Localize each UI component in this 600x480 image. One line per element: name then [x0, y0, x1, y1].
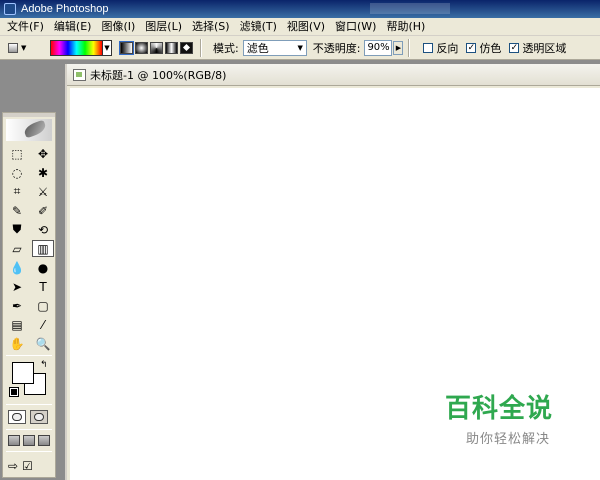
- history-brush-tool-icon[interactable]: ⟲: [32, 221, 54, 238]
- notes-tool-icon[interactable]: ▤: [6, 316, 28, 333]
- mode-label: 模式:: [213, 41, 239, 55]
- quick-mask-icon: [34, 413, 44, 421]
- standard-screen-mode-button[interactable]: [8, 435, 20, 446]
- reverse-checkbox[interactable]: 反向: [423, 40, 458, 56]
- lasso-tool-icon[interactable]: ◌: [6, 164, 28, 181]
- transparency-checkbox-box[interactable]: ✓: [509, 42, 520, 53]
- edit-checkmark-icon[interactable]: ☑: [22, 459, 33, 473]
- full-screen-mode-button[interactable]: [38, 435, 50, 446]
- titlebar-blurred-area: [370, 3, 450, 14]
- menu-help[interactable]: 帮助(H): [381, 19, 430, 35]
- zoom-tool-icon[interactable]: 🔍: [32, 335, 54, 352]
- angle-gradient-button[interactable]: [150, 41, 163, 54]
- opacity-label: 不透明度:: [312, 41, 361, 55]
- reverse-checkbox-box[interactable]: [423, 42, 434, 53]
- dither-label: 仿色: [479, 41, 502, 55]
- edit-mode-row: [3, 408, 55, 426]
- divider: [408, 38, 411, 57]
- tool-preset-icon: [8, 42, 18, 53]
- tool-grid: ⬚ ✥ ◌ ✱ ⌗ ⚔ ✎ ✐ ⛊ ⟲ ▱ ▥ 💧 ● ➤ T ✒ ▢ ▤ ⁄ ✋ 🔍: [3, 145, 55, 352]
- document-icon: [73, 68, 86, 81]
- options-bar: ▼ ▼ 模式: 滤色 ▼ 不透明度: 90% ▶ 反向 ✓ 仿色 ✓ 透明区域: [0, 36, 600, 60]
- swap-colors-icon[interactable]: ↰: [40, 360, 48, 370]
- jump-to-imageready-icon[interactable]: ⇨: [8, 459, 18, 473]
- dodge-tool-icon[interactable]: ●: [32, 259, 54, 276]
- reverse-label: 反向: [436, 41, 459, 55]
- divider: [6, 355, 52, 356]
- default-colors-icon[interactable]: [9, 387, 19, 397]
- divider: [200, 38, 202, 57]
- menu-edit[interactable]: 编辑(E): [49, 19, 97, 35]
- window-title: Adobe Photoshop: [21, 3, 109, 15]
- menu-window[interactable]: 窗口(W): [330, 19, 381, 35]
- chevron-down-icon: ▼: [297, 43, 303, 52]
- crop-tool-icon[interactable]: ⌗: [6, 183, 28, 200]
- canvas[interactable]: 百科全说 助你轻松解决: [70, 88, 600, 480]
- slice-tool-icon[interactable]: ⚔: [32, 183, 54, 200]
- menu-file[interactable]: 文件(F): [2, 19, 49, 35]
- jump-to-row: ⇨ ☑: [3, 455, 55, 477]
- opacity-slider-button[interactable]: ▶: [393, 40, 404, 55]
- move-tool-icon[interactable]: ✥: [32, 145, 54, 162]
- transparency-label: 透明区域: [522, 41, 567, 55]
- clone-stamp-tool-icon[interactable]: ⛊: [6, 221, 28, 238]
- gradient-swatch[interactable]: [51, 40, 102, 55]
- menu-select[interactable]: 选择(S): [187, 19, 235, 35]
- menu-image[interactable]: 图像(I): [96, 19, 140, 35]
- photoshop-feather-logo[interactable]: [6, 119, 52, 141]
- eraser-tool-icon[interactable]: ▱: [6, 240, 28, 257]
- divider: [6, 429, 52, 430]
- watermark-title: 百科全说: [444, 394, 553, 424]
- screen-mode-row: [3, 433, 55, 448]
- menu-filter[interactable]: 滤镜(T): [235, 19, 282, 35]
- watermark-subtitle: 助你轻松解决: [465, 432, 550, 447]
- menu-view[interactable]: 视图(V): [282, 19, 330, 35]
- divider: [6, 451, 52, 452]
- document-titlebar[interactable]: 未标题-1 @ 100%(RGB/8): [67, 64, 600, 86]
- divider: [6, 404, 52, 405]
- chevron-down-icon[interactable]: ▼: [102, 40, 111, 55]
- tool-preset-picker[interactable]: ▼: [8, 39, 36, 57]
- dither-checkbox-box[interactable]: ✓: [466, 42, 477, 53]
- color-swatches: ↰: [6, 360, 52, 400]
- document-title: 未标题-1 @ 100%(RGB/8): [90, 68, 227, 82]
- menu-bar: 文件(F) 编辑(E) 图像(I) 图层(L) 选择(S) 滤镜(T) 视图(V…: [0, 18, 600, 36]
- quick-mask-mode-button[interactable]: [30, 410, 48, 424]
- toolbox: ⬚ ✥ ◌ ✱ ⌗ ⚔ ✎ ✐ ⛊ ⟲ ▱ ▥ 💧 ● ➤ T ✒ ▢ ▤ ⁄ ✋ 🔍 ↰ ⇨ ☑: [2, 112, 56, 478]
- eyedropper-tool-icon[interactable]: ⁄: [32, 316, 54, 333]
- opacity-field[interactable]: 90%: [364, 39, 393, 56]
- window-titlebar: Adobe Photoshop: [0, 0, 600, 18]
- linear-gradient-button[interactable]: [119, 40, 134, 55]
- type-tool-icon[interactable]: T: [32, 278, 54, 295]
- gradient-tool-icon[interactable]: ▥: [32, 240, 54, 257]
- healing-brush-tool-icon[interactable]: ✎: [6, 202, 28, 219]
- standard-mode-icon: [12, 413, 22, 421]
- transparency-checkbox[interactable]: ✓ 透明区域: [509, 40, 566, 56]
- radial-gradient-button[interactable]: [135, 41, 148, 54]
- full-screen-menu-mode-button[interactable]: [23, 435, 35, 446]
- hand-tool-icon[interactable]: ✋: [6, 335, 28, 352]
- path-selection-tool-icon[interactable]: ➤: [6, 278, 28, 295]
- dither-checkbox[interactable]: ✓ 仿色: [466, 40, 501, 56]
- reflected-gradient-button[interactable]: [165, 41, 178, 54]
- magic-wand-tool-icon[interactable]: ✱: [32, 164, 54, 181]
- photoshop-app-icon: [4, 3, 16, 15]
- marquee-tool-icon[interactable]: ⬚: [6, 145, 28, 162]
- blur-tool-icon[interactable]: 💧: [6, 259, 28, 276]
- brush-tool-icon[interactable]: ✐: [32, 202, 54, 219]
- foreground-color-swatch[interactable]: [12, 362, 34, 384]
- toolbox-grip[interactable]: [3, 113, 55, 117]
- mode-select[interactable]: 滤色 ▼: [242, 39, 307, 56]
- gradient-picker[interactable]: ▼: [50, 39, 112, 56]
- mode-value: 滤色: [246, 41, 269, 55]
- document-window: 未标题-1 @ 100%(RGB/8) 百科全说 助你轻松解决: [65, 64, 600, 480]
- menu-layer[interactable]: 图层(L): [140, 19, 187, 35]
- shape-tool-icon[interactable]: ▢: [32, 297, 54, 314]
- chevron-down-icon: ▼: [21, 43, 27, 52]
- diamond-gradient-button[interactable]: [180, 41, 193, 54]
- standard-mode-button[interactable]: [8, 410, 26, 424]
- pen-tool-icon[interactable]: ✒: [6, 297, 28, 314]
